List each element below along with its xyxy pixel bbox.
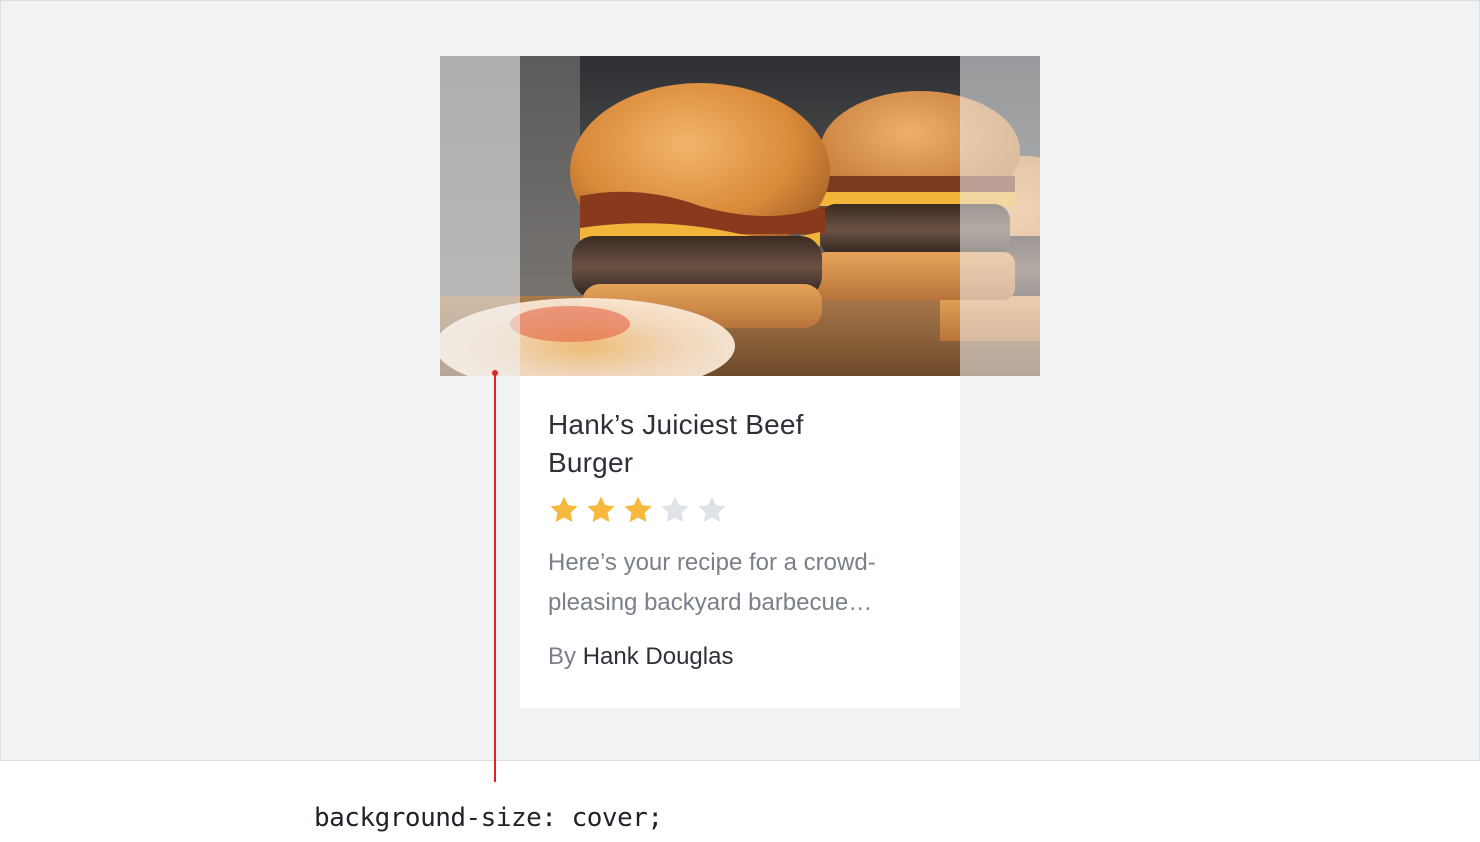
recipe-title[interactable]: Hank’s Juiciest Beef Burger	[548, 406, 878, 482]
byline-prefix: By	[548, 643, 577, 670]
annotation-dot	[492, 370, 498, 376]
cropped-overflow-right	[960, 56, 1040, 376]
star-filled-icon	[624, 496, 652, 523]
annotation-line	[494, 373, 496, 782]
star-empty-icon	[698, 496, 726, 523]
recipe-card[interactable]: Hank’s Juiciest Beef Burger Here’s your …	[520, 376, 960, 708]
annotation-code-label: background-size: cover;	[314, 803, 663, 833]
cropped-overflow-left	[440, 56, 520, 376]
byline: By Hank Douglas	[548, 641, 932, 673]
star-empty-icon	[661, 496, 689, 523]
recipe-description: Here’s your recipe for a crowd-pleasing …	[548, 549, 876, 616]
card-cover-image	[440, 56, 1040, 376]
star-rating	[548, 493, 932, 527]
star-filled-icon	[587, 496, 615, 523]
author-name[interactable]: Hank Douglas	[583, 643, 734, 670]
burger-photo-icon	[440, 56, 1040, 376]
star-filled-icon	[550, 496, 578, 523]
